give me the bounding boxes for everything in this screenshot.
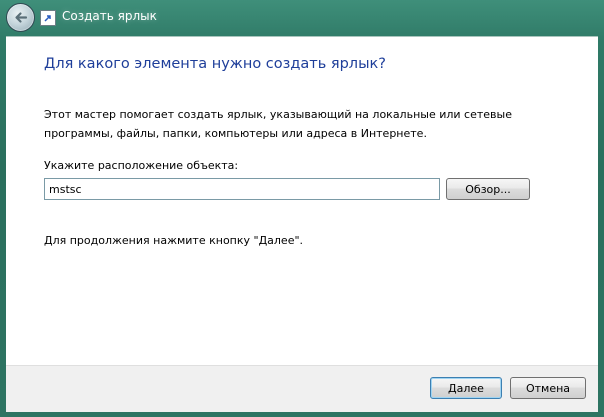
wizard-footer: Далее Отмена — [6, 365, 598, 412]
location-label: Укажите расположение объекта: — [44, 159, 239, 172]
back-arrow-icon — [15, 12, 28, 23]
wizard-description: Этот мастер помогает создать ярлык, указ… — [44, 108, 512, 140]
shortcut-icon — [40, 10, 56, 26]
continue-hint: Для продолжения нажмите кнопку "Далее". — [44, 234, 304, 247]
page-title: Для какого элемента нужно создать ярлык? — [44, 56, 386, 72]
window-title: Создать ярлык — [62, 9, 157, 23]
cancel-button[interactable]: Отмена — [510, 377, 586, 399]
create-shortcut-window: Создать ярлык Для какого элемента нужно … — [0, 0, 604, 417]
title-bar: Создать ярлык — [0, 0, 604, 36]
next-button[interactable]: Далее — [430, 377, 502, 399]
back-button[interactable] — [6, 3, 35, 32]
browse-button[interactable]: Обзор... — [446, 178, 530, 200]
wizard-content: Для какого элемента нужно создать ярлык?… — [6, 36, 598, 366]
location-input[interactable] — [44, 178, 440, 200]
